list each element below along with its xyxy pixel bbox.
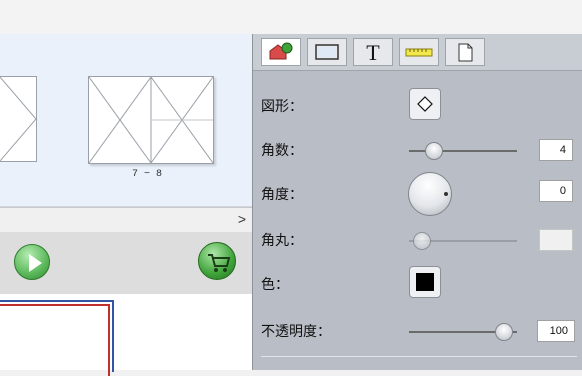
page-thumbnail-partial[interactable]	[0, 76, 37, 162]
cart-button[interactable]	[198, 242, 236, 280]
page-canvas[interactable]	[0, 294, 252, 376]
text-tool-icon: T	[366, 40, 380, 65]
tab-ruler[interactable]	[399, 38, 439, 66]
thumbnail-scroller[interactable]: >	[0, 207, 252, 233]
rounding-value-field[interactable]	[539, 229, 573, 251]
page-icon	[458, 43, 473, 62]
ruler-icon	[405, 48, 433, 57]
rounding-label: 角丸：	[261, 232, 303, 248]
shape-tool-icon	[269, 42, 293, 60]
angle-dial-marker	[444, 192, 448, 196]
color-label: 色：	[261, 276, 289, 292]
thumbnail-strip: 7 − 8	[0, 34, 252, 207]
rectangle-icon	[315, 44, 339, 60]
angle-dial[interactable]	[408, 172, 452, 216]
corners-label: 角数：	[261, 142, 303, 158]
opacity-value-field[interactable]: 100	[537, 320, 575, 342]
properties-panel: T 図形： 角数： 4 角度： 0 角丸： 色： 不透明度： 100	[252, 34, 582, 370]
thumbnail-placeholder-icon	[0, 76, 37, 162]
color-picker-button[interactable]	[409, 266, 441, 298]
scroll-right-icon[interactable]: >	[238, 211, 246, 227]
angle-value-field[interactable]: 0	[539, 180, 573, 202]
playback-toolbar	[0, 232, 252, 295]
tab-frame[interactable]	[307, 38, 347, 66]
corners-value-field[interactable]: 4	[539, 139, 573, 161]
tab-shape[interactable]	[261, 38, 301, 66]
shape-label: 図形：	[261, 98, 303, 114]
corners-slider-knob[interactable]	[425, 142, 443, 160]
page-frame-outer	[0, 300, 114, 372]
color-swatch	[416, 273, 434, 291]
diamond-icon	[417, 96, 433, 112]
play-button[interactable]	[14, 244, 50, 280]
top-bar	[0, 0, 582, 34]
tab-text[interactable]: T	[353, 38, 393, 66]
angle-label: 角度：	[261, 186, 303, 202]
panel-divider	[261, 356, 577, 357]
page-thumbnail-7-8[interactable]	[88, 76, 214, 164]
thumbnail-placeholder-icon	[88, 76, 214, 164]
cart-icon	[208, 254, 231, 272]
shape-picker-button[interactable]	[409, 88, 441, 120]
opacity-label: 不透明度：	[261, 323, 331, 339]
panel-tabs: T	[253, 34, 582, 71]
tab-page[interactable]	[445, 38, 485, 66]
opacity-slider-knob[interactable]	[495, 323, 513, 341]
thumbnail-page-label: 7 − 8	[132, 169, 163, 180]
play-icon	[29, 254, 42, 272]
rounding-slider-knob[interactable]	[413, 232, 431, 250]
